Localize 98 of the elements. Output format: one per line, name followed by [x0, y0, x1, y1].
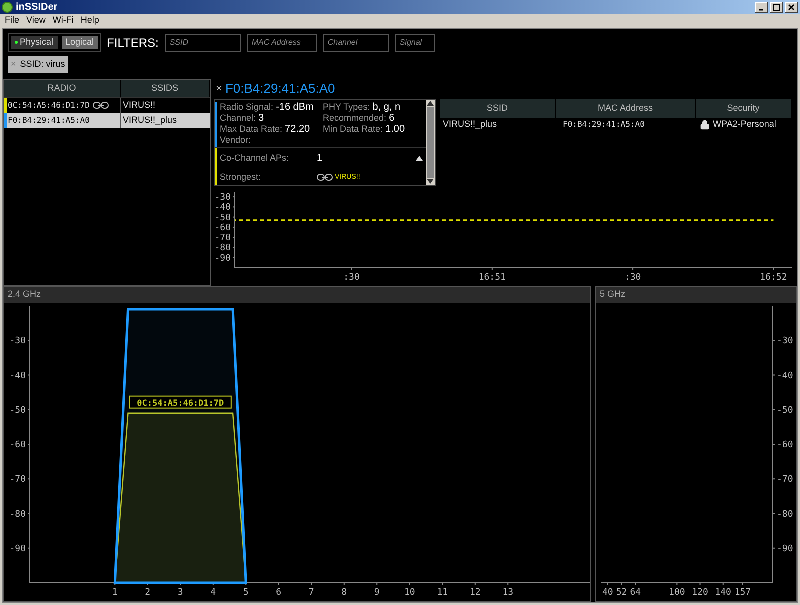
tick-label: 140	[715, 588, 732, 598]
detail-field: Recommended: 6	[323, 113, 426, 124]
tick-label: 16:52	[760, 273, 788, 283]
tick-label: :30	[344, 273, 360, 283]
detail-field: Max Data Rate: 72.20	[220, 124, 323, 135]
tick-label: -30	[214, 193, 231, 204]
tick-label: 120	[692, 588, 708, 598]
tick-label: -40	[214, 203, 231, 214]
tick-label: 100	[669, 588, 686, 598]
column-header[interactable]: SSIDS	[121, 80, 210, 97]
filter-field[interactable]: Signal	[394, 34, 435, 52]
menu-item[interactable]: View	[26, 14, 46, 28]
tick-label: -50	[10, 406, 26, 416]
column-header[interactable]: SSID	[440, 99, 556, 118]
tick-label: -40	[10, 371, 26, 382]
detail-field: Channel: 3	[220, 113, 323, 124]
annotation: 0C:54:A5:46:D1:7D	[137, 398, 224, 409]
filter-field[interactable]: Channel	[322, 34, 389, 52]
table-cell-text: VIRUS!!_plus	[442, 118, 498, 132]
panel-title: 2.4 GHz	[4, 287, 590, 303]
tick-label: -90	[777, 544, 794, 554]
co-channel-label: Co-Channel APs:	[220, 152, 290, 165]
tick-label: -70	[214, 234, 231, 244]
tick-label: -60	[777, 440, 794, 450]
table-cell-text: WPA2-Personal	[713, 118, 776, 132]
tick-label: 2	[145, 588, 151, 598]
filter-field[interactable]: SSID	[164, 34, 241, 52]
menu-item[interactable]: Help	[80, 14, 100, 28]
minimize-button[interactable]	[755, 2, 768, 12]
column-header[interactable]: Security	[696, 99, 792, 118]
tick-label: -60	[10, 440, 26, 450]
details-title: F0:B4:29:41:A5:A0	[225, 80, 336, 98]
menu-item[interactable]: Wi-Fi	[52, 14, 74, 28]
tick-label: -80	[214, 244, 231, 254]
tick-label: 40	[602, 588, 614, 598]
maximize-button[interactable]	[770, 2, 783, 12]
tick-label: -30	[777, 336, 794, 347]
detail-field: Vendor:	[220, 135, 323, 146]
tick-label: 16:51	[478, 273, 506, 283]
tick-label: 5	[243, 588, 249, 598]
tick-label: -70	[777, 475, 794, 486]
tick-label: -90	[10, 544, 26, 554]
tick-label: 52	[616, 588, 628, 598]
detail-field: Min Data Rate: 1.00	[323, 124, 426, 135]
filter-field[interactable]: MAC Address	[246, 34, 317, 52]
tick-label: 1	[112, 588, 118, 598]
table-row[interactable]: F0:B4:29:41:A5:A0 VIRUS!!_plus	[4, 113, 210, 128]
tick-label: -50	[214, 213, 231, 224]
collapse-icon[interactable]	[416, 156, 423, 161]
table-cell-text: F0:B4:29:41:A5:A0	[562, 119, 646, 131]
maximize-icon	[773, 4, 780, 10]
scrollbar[interactable]	[426, 100, 435, 185]
column-header[interactable]: MAC Address	[556, 99, 696, 118]
detail-field: PHY Types: b, g, n	[323, 102, 426, 113]
tick-label: -90	[214, 254, 231, 264]
app-icon	[2, 2, 13, 12]
co-channel-count: 1	[317, 152, 323, 166]
tick-label: -80	[10, 510, 26, 520]
tick-label: 7	[308, 588, 314, 598]
tick-label: -40	[777, 371, 794, 382]
tick-label: 8	[342, 588, 348, 598]
column-header[interactable]: RADIO	[4, 80, 121, 97]
close-details-button[interactable]: ×	[216, 80, 222, 98]
ssid-text: VIRUS!!	[122, 98, 157, 112]
tick-label: 3	[178, 588, 184, 598]
scroll-down-arrow-icon[interactable]	[427, 179, 434, 184]
tick-label: 4	[210, 588, 216, 598]
link-icon	[317, 174, 333, 182]
tick-label: 13	[502, 588, 514, 598]
tick-label: 9	[374, 588, 380, 598]
view-tab[interactable]: Logical	[62, 36, 98, 49]
network-label: 0C:54:A5:46:D1:7D	[129, 396, 232, 409]
tick-label: 157	[734, 588, 752, 598]
tick-label: :30	[624, 273, 642, 283]
tick-label: -30	[10, 336, 26, 347]
tick-label: 12	[470, 588, 481, 598]
window-title: inSSIDer	[16, 0, 58, 14]
close-icon	[788, 4, 795, 10]
scroll-up-arrow-icon[interactable]	[427, 101, 434, 106]
view-tab[interactable]: Physical	[11, 36, 58, 49]
close-button[interactable]	[785, 2, 798, 12]
filters-label: FILTERS:	[107, 34, 159, 52]
tick-label: -80	[777, 510, 794, 520]
tick-label: 6	[276, 588, 282, 598]
mac-address: F0:B4:29:41:A5:A0	[8, 114, 90, 126]
filter-label: SSID: virus	[20, 58, 66, 71]
strongest-label: Strongest:	[220, 171, 262, 184]
mac-address: 0C:54:A5:46:D1:7D	[8, 100, 90, 112]
detail-field: Radio Signal: -16 dBm	[220, 102, 323, 113]
tick-label: 64	[630, 588, 642, 598]
tick-label: 11	[437, 588, 448, 598]
tick-label: -50	[777, 406, 794, 416]
menu-item[interactable]: File	[5, 14, 20, 28]
tick-label: 10	[404, 588, 416, 598]
ssid-text: VIRUS!!_plus	[122, 114, 178, 127]
tick-label: -70	[10, 475, 26, 486]
tick-label: -60	[214, 223, 231, 234]
panel-title: 5 GHz	[596, 287, 796, 303]
